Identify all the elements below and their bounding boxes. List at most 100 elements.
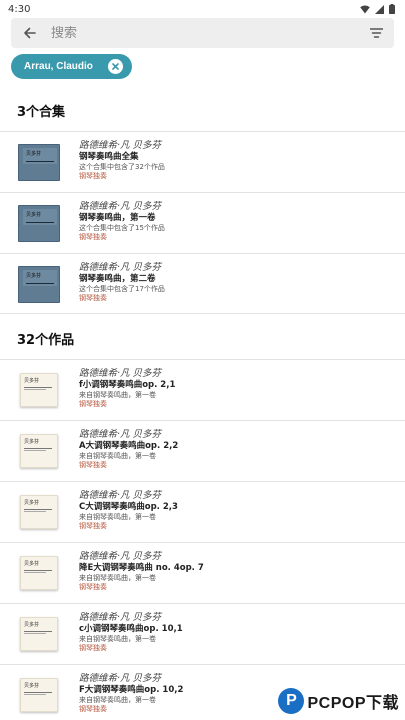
composer-name: 路德维希·凡 贝多芬 (79, 368, 162, 379)
cover-label: 贝多芬 (23, 209, 57, 225)
work-row[interactable]: 贝多芬 路德维希·凡 贝多芬 降E大调钢琴奏鸣曲 no. 4op. 7 来自钢琴… (0, 542, 405, 603)
work-info: 路德维希·凡 贝多芬 f小调钢琴奏鸣曲op. 2,1 来自钢琴奏鸣曲，第一卷 钢… (79, 368, 389, 409)
collection-cover-thumbnail: 贝多芬 (18, 205, 60, 242)
chip-label: Arrau, Claudio (24, 61, 93, 72)
sheet-line (24, 389, 46, 390)
work-source: 来自钢琴奏鸣曲，第一卷 (79, 513, 156, 521)
collection-description: 这个合集中包含了32个作品 (79, 163, 165, 171)
work-title: C大调钢琴奏鸣曲op. 2,3 (79, 502, 178, 512)
work-source: 来自钢琴奏鸣曲，第一卷 (79, 574, 156, 582)
genre-label: 钢琴独奏 (79, 644, 107, 652)
sheet-line (24, 572, 46, 573)
genre-label: 钢琴独奏 (79, 461, 107, 469)
sheet-label: 贝多芬 (24, 622, 40, 628)
work-info: 路德维希·凡 贝多芬 A大调钢琴奏鸣曲op. 2,2 来自钢琴奏鸣曲，第一卷 钢… (79, 429, 389, 470)
composer-name: 路德维希·凡 贝多芬 (79, 201, 162, 212)
works-section-title: 32个作品 (17, 333, 75, 348)
works-list: 贝多芬 路德维希·凡 贝多芬 f小调钢琴奏鸣曲op. 2,1 来自钢琴奏鸣曲，第… (0, 359, 405, 720)
sheet-line (24, 633, 46, 634)
collections-list: 贝多芬 路德维希·凡 贝多芬 钢琴奏鸣曲全集 这个合集中包含了32个作品 钢琴独… (0, 131, 405, 314)
genre-label: 钢琴独奏 (79, 294, 107, 302)
wifi-icon (360, 5, 370, 13)
sheet-line (24, 509, 52, 510)
sheet-label: 贝多芬 (24, 683, 40, 689)
collection-row[interactable]: 贝多芬 路德维希·凡 贝多芬 钢琴奏鸣曲全集 这个合集中包含了32个作品 钢琴独… (0, 131, 405, 192)
work-row[interactable]: 贝多芬 路德维希·凡 贝多芬 C大调钢琴奏鸣曲op. 2,3 来自钢琴奏鸣曲，第… (0, 481, 405, 542)
sheet-line (24, 387, 52, 388)
work-title: 降E大调钢琴奏鸣曲 no. 4op. 7 (79, 563, 204, 573)
work-title: f小调钢琴奏鸣曲op. 2,1 (79, 380, 176, 390)
work-info: 路德维希·凡 贝多芬 C大调钢琴奏鸣曲op. 2,3 来自钢琴奏鸣曲，第一卷 钢… (79, 490, 389, 531)
collection-cover-thumbnail: 贝多芬 (18, 144, 60, 181)
composer-name: 路德维希·凡 贝多芬 (79, 551, 162, 562)
work-sheet-thumbnail: 贝多芬 (20, 617, 58, 651)
status-bar: 4:30 (0, 0, 405, 18)
collection-row[interactable]: 贝多芬 路德维希·凡 贝多芬 钢琴奏鸣曲，第二卷 这个合集中包含了17个作品 钢… (0, 253, 405, 314)
sheet-label: 贝多芬 (24, 500, 40, 506)
cover-label: 贝多芬 (23, 270, 57, 286)
collection-description: 这个合集中包含了15个作品 (79, 224, 165, 232)
work-info: 路德维希·凡 贝多芬 降E大调钢琴奏鸣曲 no. 4op. 7 来自钢琴奏鸣曲，… (79, 551, 389, 592)
filter-icon (369, 28, 383, 38)
search-input[interactable] (47, 25, 358, 41)
composer-name: 路德维希·凡 贝多芬 (79, 140, 162, 151)
genre-label: 钢琴独奏 (79, 233, 107, 241)
collection-title: 钢琴奏鸣曲，第一卷 (79, 213, 156, 223)
composer-filter-chip[interactable]: Arrau, Claudio (11, 54, 132, 79)
work-sheet-thumbnail: 贝多芬 (20, 556, 58, 590)
composer-name: 路德维希·凡 贝多芬 (79, 262, 162, 273)
collection-info: 路德维希·凡 贝多芬 钢琴奏鸣曲，第二卷 这个合集中包含了17个作品 钢琴独奏 (79, 262, 389, 303)
cover-label: 贝多芬 (23, 148, 57, 164)
work-title: A大调钢琴奏鸣曲op. 2,2 (79, 441, 179, 451)
sheet-label: 贝多芬 (24, 439, 40, 445)
chip-remove-button[interactable] (108, 59, 123, 74)
work-source: 来自钢琴奏鸣曲，第一卷 (79, 452, 156, 460)
signal-icon (375, 4, 384, 14)
work-row[interactable]: 贝多芬 路德维希·凡 贝多芬 A大调钢琴奏鸣曲op. 2,2 来自钢琴奏鸣曲，第… (0, 420, 405, 481)
work-title: c小调钢琴奏鸣曲op. 10,1 (79, 624, 183, 634)
collection-info: 路德维希·凡 贝多芬 钢琴奏鸣曲，第一卷 这个合集中包含了15个作品 钢琴独奏 (79, 201, 389, 242)
close-icon (112, 63, 119, 70)
status-icons (360, 4, 395, 14)
filter-button[interactable] (358, 28, 394, 38)
sheet-line (24, 694, 46, 695)
search-bar (11, 18, 394, 48)
composer-name: 路德维希·凡 贝多芬 (79, 490, 162, 501)
collection-info: 路德维希·凡 贝多芬 钢琴奏鸣曲全集 这个合集中包含了32个作品 钢琴独奏 (79, 140, 389, 181)
sheet-line (24, 448, 52, 449)
genre-label: 钢琴独奏 (79, 172, 107, 180)
work-sheet-thumbnail: 贝多芬 (20, 434, 58, 468)
collection-row[interactable]: 贝多芬 路德维希·凡 贝多芬 钢琴奏鸣曲，第一卷 这个合集中包含了15个作品 钢… (0, 192, 405, 253)
work-sheet-thumbnail: 贝多芬 (20, 678, 58, 712)
genre-label: 钢琴独奏 (79, 583, 107, 591)
collection-description: 这个合集中包含了17个作品 (79, 285, 165, 293)
collection-cover-thumbnail: 贝多芬 (18, 266, 60, 303)
sheet-line (24, 692, 52, 693)
collection-title: 钢琴奏鸣曲，第二卷 (79, 274, 156, 284)
work-sheet-thumbnail: 贝多芬 (20, 373, 58, 407)
watermark-logo: P (278, 688, 305, 714)
genre-label: 钢琴独奏 (79, 400, 107, 408)
battery-icon (389, 4, 395, 14)
site-watermark: P PCPOP下载 (278, 688, 399, 714)
status-time: 4:30 (8, 3, 31, 15)
sheet-line (24, 450, 46, 451)
work-info: 路德维希·凡 贝多芬 c小调钢琴奏鸣曲op. 10,1 来自钢琴奏鸣曲，第一卷 … (79, 612, 389, 653)
sheet-line (24, 631, 52, 632)
sheet-line (24, 570, 52, 571)
genre-label: 钢琴独奏 (79, 522, 107, 530)
collection-title: 钢琴奏鸣曲全集 (79, 152, 139, 162)
work-source: 来自钢琴奏鸣曲，第一卷 (79, 635, 156, 643)
composer-name: 路德维希·凡 贝多芬 (79, 612, 162, 623)
work-source: 来自钢琴奏鸣曲，第一卷 (79, 391, 156, 399)
work-row[interactable]: 贝多芬 路德维希·凡 贝多芬 c小调钢琴奏鸣曲op. 10,1 来自钢琴奏鸣曲，… (0, 603, 405, 664)
watermark-text: PCPOP下载 (307, 695, 399, 712)
arrow-left-icon (23, 27, 36, 39)
sheet-line (24, 511, 46, 512)
work-row[interactable]: 贝多芬 路德维希·凡 贝多芬 f小调钢琴奏鸣曲op. 2,1 来自钢琴奏鸣曲，第… (0, 359, 405, 420)
work-sheet-thumbnail: 贝多芬 (20, 495, 58, 529)
composer-name: 路德维希·凡 贝多芬 (79, 673, 162, 684)
sheet-label: 贝多芬 (24, 561, 40, 567)
back-button[interactable] (11, 27, 47, 39)
composer-name: 路德维希·凡 贝多芬 (79, 429, 162, 440)
